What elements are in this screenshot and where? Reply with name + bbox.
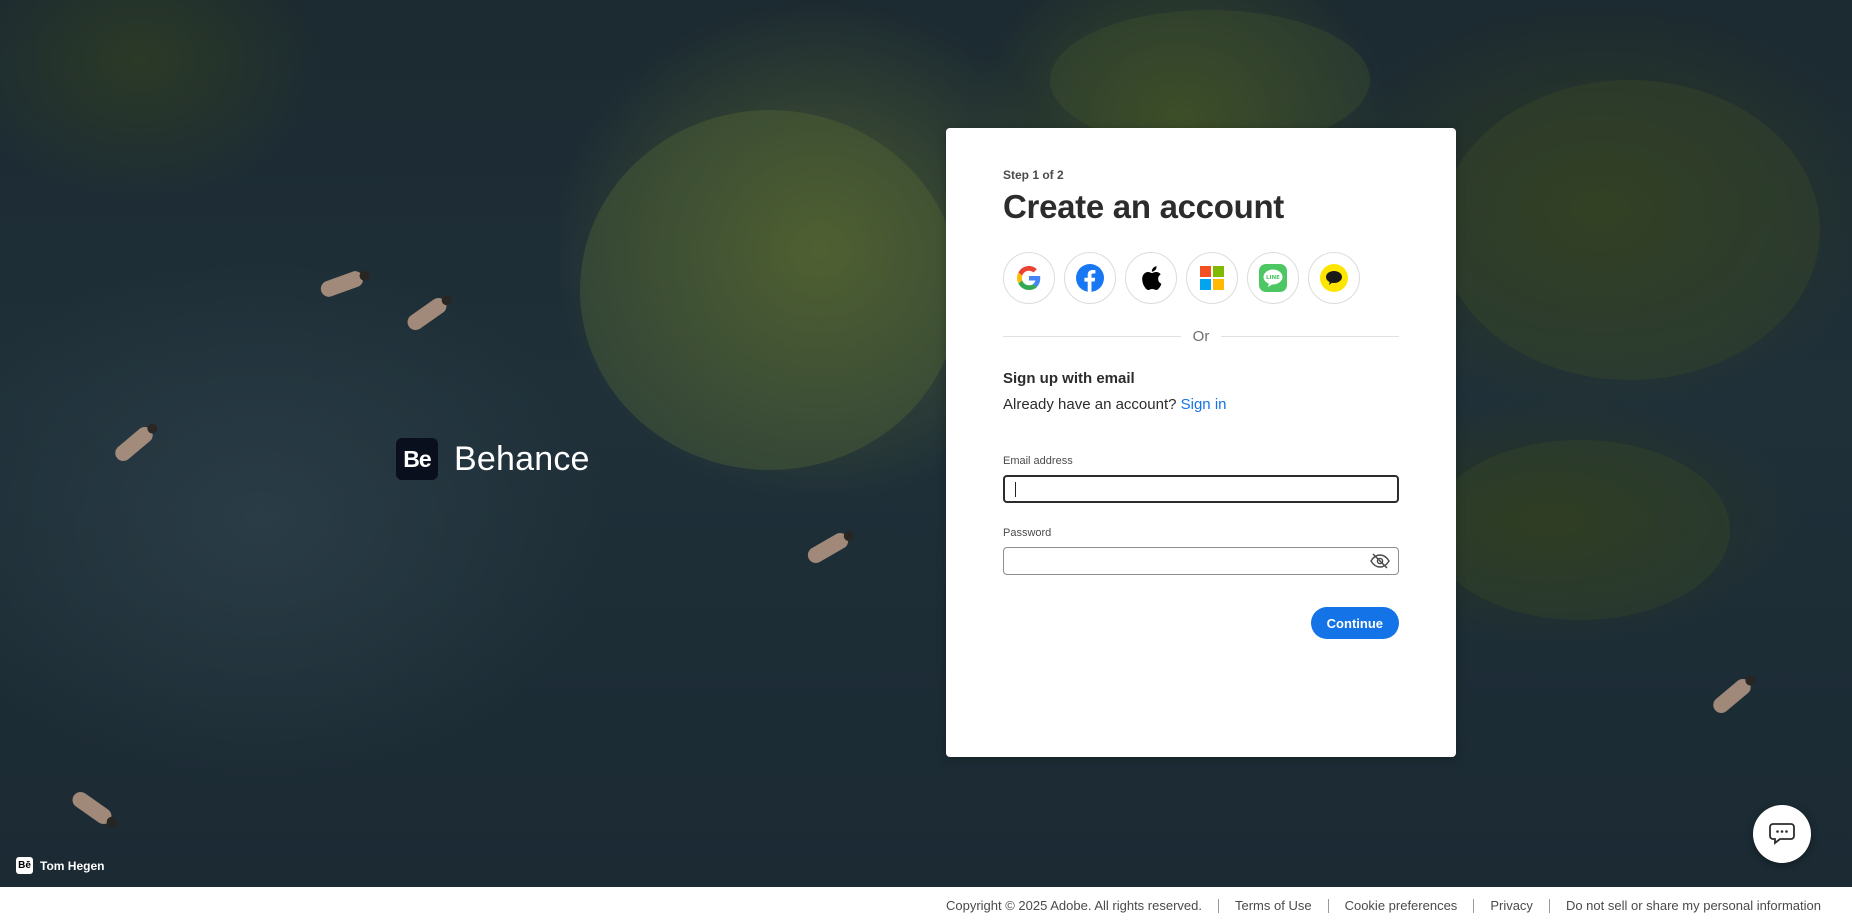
chat-icon — [1769, 823, 1795, 845]
swimmer — [69, 788, 115, 828]
behance-badge: Be — [396, 438, 438, 480]
footer: Copyright © 2025 Adobe. All rights reser… — [0, 887, 1852, 924]
do-not-sell-link[interactable]: Do not sell or share my personal informa… — [1550, 898, 1821, 913]
swimmer — [112, 423, 156, 465]
signup-card: Step 1 of 2 Create an account LINE Or Si… — [946, 128, 1456, 757]
eye-slash-icon[interactable] — [1370, 553, 1390, 569]
tree-canopy — [1440, 80, 1820, 380]
divider-line — [1221, 335, 1400, 337]
apple-icon — [1142, 266, 1162, 290]
social-login-buttons: LINE — [1003, 252, 1399, 304]
behance-logo: Be Behance — [396, 438, 590, 480]
apple-button[interactable] — [1125, 252, 1177, 304]
tree-canopy — [580, 110, 960, 470]
swimmer — [404, 294, 450, 334]
email-field[interactable] — [1003, 475, 1399, 503]
microsoft-icon — [1200, 266, 1224, 290]
kakao-button[interactable] — [1308, 252, 1360, 304]
password-field[interactable] — [1003, 547, 1399, 575]
swimmer — [804, 530, 852, 566]
privacy-link[interactable]: Privacy — [1474, 898, 1549, 913]
terms-link[interactable]: Terms of Use — [1219, 898, 1328, 913]
have-account-label: Already have an account? — [1003, 396, 1177, 413]
photo-credit[interactable]: Bē Tom Hegen — [16, 857, 104, 874]
line-button[interactable]: LINE — [1247, 252, 1299, 304]
background-photo: Be Behance Bē Tom Hegen — [0, 0, 1852, 887]
kakao-icon — [1320, 264, 1348, 292]
email-label: Email address — [1003, 455, 1073, 467]
brand-name: Behance — [454, 439, 590, 478]
tree-canopy — [1430, 440, 1730, 620]
swimmer — [1710, 675, 1754, 717]
credit-name: Tom Hegen — [40, 858, 105, 873]
or-divider: Or — [1003, 326, 1400, 346]
step-indicator: Step 1 of 2 — [1003, 168, 1064, 182]
password-label: Password — [1003, 527, 1052, 539]
sign-in-link[interactable]: Sign in — [1181, 396, 1227, 413]
chat-button[interactable] — [1753, 805, 1811, 863]
divider-line — [1003, 335, 1181, 337]
copyright-text: Copyright © 2025 Adobe. All rights reser… — [945, 898, 1202, 913]
or-label: Or — [1192, 327, 1210, 345]
google-button[interactable] — [1003, 252, 1055, 304]
line-icon: LINE — [1259, 264, 1287, 292]
swimmer — [318, 268, 366, 300]
continue-button[interactable]: Continue — [1310, 607, 1399, 639]
facebook-button[interactable] — [1064, 252, 1116, 304]
text-caret — [1015, 482, 1016, 497]
cookie-preferences-link[interactable]: Cookie preferences — [1329, 898, 1474, 913]
behance-small-icon: Bē — [16, 857, 33, 874]
have-account-text: Already have an account? Sign in — [1003, 396, 1399, 413]
form-actions: Continue — [1003, 607, 1399, 639]
svg-text:LINE: LINE — [1266, 275, 1280, 281]
microsoft-button[interactable] — [1186, 252, 1238, 304]
email-signup-heading: Sign up with email — [1003, 370, 1135, 387]
page-title: Create an account — [1003, 188, 1284, 225]
google-icon — [1017, 266, 1041, 290]
facebook-icon — [1076, 264, 1104, 292]
